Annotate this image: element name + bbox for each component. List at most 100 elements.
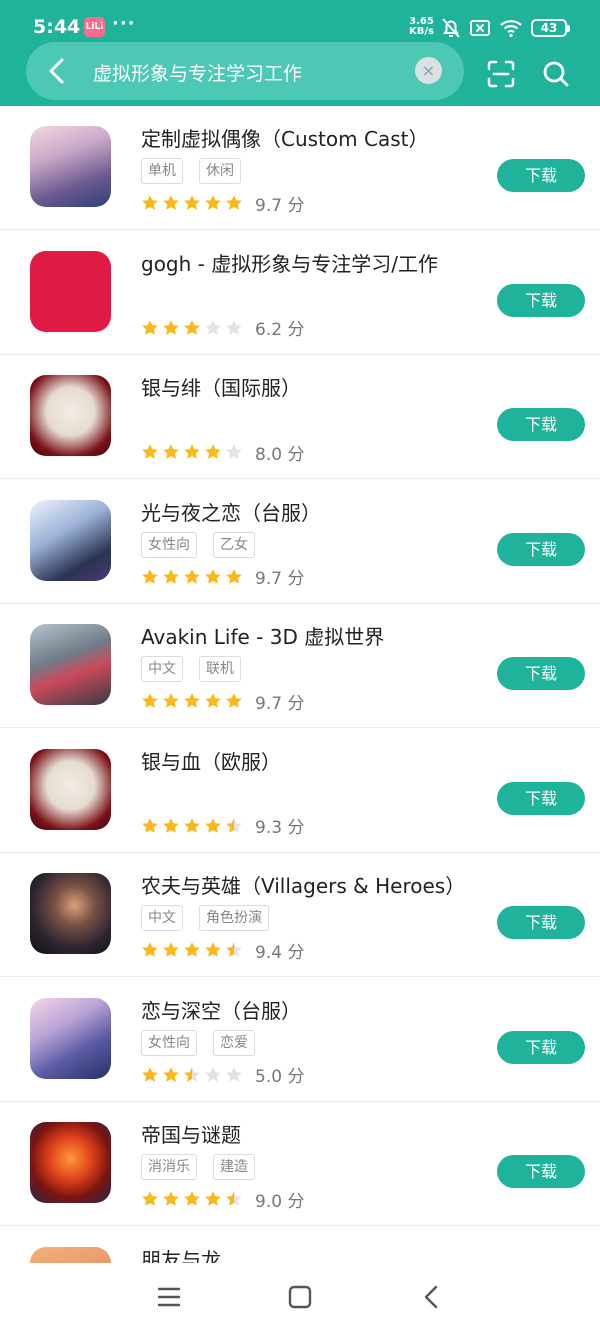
download-button[interactable]: 下载 [497,1030,585,1064]
star-icon [205,568,221,584]
star-icon [226,568,242,584]
star-icon [205,693,221,708]
app-icon[interactable] [30,499,111,581]
app-list-item[interactable]: 帝国与谜题消消乐 建造 9.0 分 下载 [0,1102,600,1226]
app-tags: 女性向 恋爱 [141,1029,255,1056]
app-tag: 中文 [141,656,183,682]
star-icon [163,444,179,459]
app-icon[interactable] [30,748,111,830]
app-name[interactable]: 恋与深空（台服） [141,995,301,1024]
star-icon [205,195,221,210]
app-icon[interactable] [30,997,111,1079]
app-name[interactable]: 定制虚拟偶像（Custom Cast） [141,123,428,152]
app-rating: 9.0 分 [141,1187,305,1212]
rating-score: 9.7 分 [255,569,305,589]
network-speed: 3.65 KB/s [409,17,434,37]
download-button[interactable]: 下载 [497,1155,585,1188]
app-rating: 9.4 分 [141,938,305,963]
rating-stars [141,692,243,710]
app-rating: 6.2 分 [141,316,304,340]
app-tag: 联机 [199,656,241,682]
app-tags: 中文 联机 [141,656,241,682]
star-icon [163,568,179,584]
app-icon[interactable] [30,126,111,207]
app-list-item[interactable]: Avakin Life - 3D 虚拟世界 中文 联机 9.7 分 下载 [0,604,600,728]
download-button[interactable]: 下载 [497,657,585,690]
star-icon [163,817,179,833]
app-name[interactable]: 银与绯（国际服） [141,372,301,401]
app-list-item[interactable]: 恋与深空（台服） 女性向 恋爱 5.0 分 下载 [0,978,600,1102]
app-list-item[interactable]: 光与夜之恋（台服） 女性向 乙女 9.7 分 下载 [0,480,600,604]
back-arrow-icon[interactable] [44,56,70,86]
star-icon [226,817,242,833]
app-tags: 女性向 乙女 [141,531,255,558]
app-tag: 角色扮演 [199,905,269,931]
app-tag: 恋爱 [213,1029,255,1056]
rating-score: 9.0 分 [255,1191,305,1212]
star-icon [184,817,200,833]
star-icon [142,817,158,833]
app-icon[interactable] [30,873,111,954]
app-icon[interactable] [30,375,111,456]
rating-score: 9.7 分 [255,693,305,714]
app-icon[interactable] [30,624,111,705]
rating-score: 9.7 分 [255,195,305,216]
app-rating: 9.7 分 [141,191,305,216]
star-icon [163,1191,179,1206]
status-time: 5:44 [33,16,81,38]
download-button[interactable]: 下载 [497,906,585,939]
app-tags: 消消乐 建造 [141,1154,255,1180]
app-tag: 消消乐 [141,1154,197,1180]
star-icon [184,1066,200,1082]
menu-icon[interactable] [157,1285,181,1309]
app-rating: 9.3 分 [141,814,304,838]
rating-score: 9.4 分 [255,942,305,963]
battery-icon: 43 [531,19,570,37]
star-icon [226,195,242,210]
back-icon[interactable] [420,1285,444,1309]
rating-stars [141,194,243,212]
search-icon[interactable] [541,59,571,89]
app-list-item[interactable]: 定制虚拟偶像（Custom Cast） 单机 休闲 9.7 分 下载 [0,106,600,230]
app-icon[interactable] [30,1122,111,1203]
app-name[interactable]: 光与夜之恋（台服） [141,497,321,526]
star-icon [184,568,200,584]
star-icon [142,195,158,210]
download-button[interactable]: 下载 [497,532,585,566]
app-name[interactable]: gogh - 虚拟形象与专注学习/工作 [141,248,438,277]
notification-app-icon: LiLi [84,17,105,37]
app-tag: 休闲 [199,158,241,184]
search-input[interactable]: 虚拟形象与专注学习工作 [93,59,302,86]
app-list-item[interactable]: 银与血（欧服） 9.3 分 下载 [0,729,600,853]
download-button[interactable]: 下载 [497,408,585,441]
download-button[interactable]: 下载 [497,159,585,192]
star-icon [226,1066,242,1082]
star-icon [184,195,200,210]
app-name[interactable]: 帝国与谜题 [141,1119,241,1148]
star-icon [184,693,200,708]
home-icon[interactable] [288,1285,312,1309]
app-list-item[interactable]: 农夫与英雄（Villagers & Heroes） 中文 角色扮演 9.4 分 下载 [0,853,600,977]
wifi-icon [500,20,522,38]
rating-stars [141,443,243,461]
app-icon[interactable] [30,250,111,332]
star-icon [142,1191,158,1206]
star-icon [205,817,221,833]
scan-icon[interactable] [486,59,516,89]
download-button[interactable]: 下载 [497,283,585,317]
download-button[interactable]: 下载 [497,781,585,815]
app-name[interactable]: 农夫与英雄（Villagers & Heroes） [141,870,465,899]
rating-stars [141,319,243,337]
app-list-item[interactable]: 银与绯（国际服） 8.0 分 下载 [0,355,600,479]
star-icon [142,693,158,708]
app-name[interactable]: 银与血（欧服） [141,746,281,775]
app-name[interactable]: Avakin Life - 3D 虚拟世界 [141,621,384,650]
star-icon [163,693,179,708]
app-list-item[interactable]: gogh - 虚拟形象与专注学习/工作 6.2 分 下载 [0,231,600,355]
rating-stars [141,941,243,959]
clear-icon[interactable]: × [415,57,442,84]
app-rating: 5.0 分 [141,1063,304,1087]
star-icon [205,444,221,459]
star-icon [142,568,158,584]
star-icon [184,319,200,335]
